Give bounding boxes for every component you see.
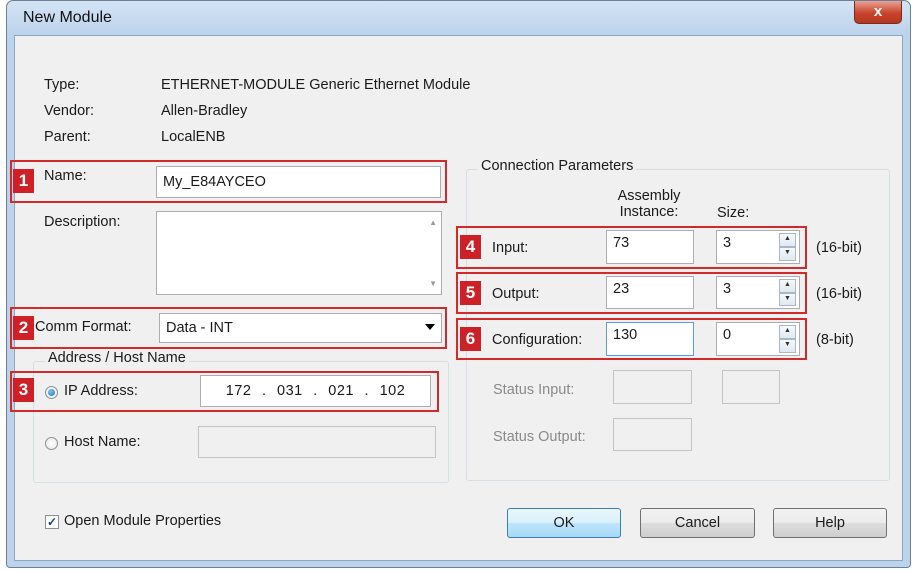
dropdown-arrow-icon	[425, 324, 435, 330]
spin-up-icon[interactable]: ▲	[779, 279, 796, 293]
ip-octet-1: 172	[225, 383, 252, 399]
status-input-size-field	[722, 370, 780, 404]
ip-address-field[interactable]: 172 . 031 . 021 . 102	[200, 375, 431, 407]
input-row-label: Input:	[492, 240, 529, 256]
output-unit: (16-bit)	[816, 286, 862, 302]
cancel-button[interactable]: Cancel	[640, 508, 755, 538]
close-button[interactable]: x	[854, 1, 902, 24]
host-name-radio[interactable]	[45, 437, 58, 450]
ip-address-radio[interactable]	[45, 386, 58, 399]
ok-button[interactable]: OK	[507, 508, 621, 538]
name-label: Name:	[44, 168, 87, 184]
ip-dot-3: .	[364, 383, 370, 399]
vendor-value: Allen-Bradley	[161, 103, 248, 119]
connection-group-title: Connection Parameters	[478, 158, 637, 174]
host-name-label: Host Name:	[64, 434, 141, 450]
spin-up-icon[interactable]: ▲	[779, 233, 796, 247]
type-value: ETHERNET-MODULE Generic Ethernet Module	[161, 77, 471, 93]
configuration-row-label: Configuration:	[492, 332, 583, 348]
badge-6: 6	[460, 327, 481, 351]
scroll-down-icon[interactable]: ▼	[429, 279, 437, 288]
parent-value: LocalENB	[161, 129, 226, 145]
input-unit: (16-bit)	[816, 240, 862, 256]
input-size-spinner[interactable]: ▲ ▼	[779, 233, 796, 261]
badge-5: 5	[460, 281, 481, 305]
ip-dot-2: .	[313, 383, 318, 399]
name-input[interactable]: My_E84AYCEO	[156, 166, 441, 198]
configuration-instance-field[interactable]: 130	[606, 322, 694, 356]
spin-down-icon[interactable]: ▼	[779, 339, 796, 353]
window-title: New Module	[23, 9, 112, 26]
spin-up-icon[interactable]: ▲	[779, 325, 796, 339]
open-module-properties-checkbox[interactable]: ✓	[45, 515, 59, 529]
spin-down-icon[interactable]: ▼	[779, 247, 796, 261]
host-name-input[interactable]	[198, 426, 436, 458]
configuration-unit: (8-bit)	[816, 332, 854, 348]
status-input-field	[613, 370, 692, 404]
comm-format-value: Data - INT	[166, 320, 233, 336]
output-row-label: Output:	[492, 286, 540, 302]
description-label: Description:	[44, 214, 121, 230]
input-instance-field[interactable]: 73	[606, 230, 694, 264]
title-bar[interactable]: New Module x	[7, 1, 910, 35]
status-output-label: Status Output:	[493, 429, 586, 445]
help-button[interactable]: Help	[773, 508, 887, 538]
spin-down-icon[interactable]: ▼	[779, 292, 796, 306]
dialog-body: Type: ETHERNET-MODULE Generic Ethernet M…	[10, 35, 903, 561]
address-group-title: Address / Host Name	[45, 350, 189, 366]
type-label: Type:	[44, 77, 80, 93]
assembly-instance-header: Assembly Instance:	[617, 188, 681, 220]
size-header: Size:	[717, 205, 750, 221]
ip-address-label: IP Address:	[64, 383, 138, 399]
scroll-up-icon[interactable]: ▲	[429, 218, 437, 227]
badge-1: 1	[13, 169, 34, 193]
badge-2: 2	[13, 316, 34, 340]
description-textarea[interactable]: ▲ ▼	[156, 211, 442, 295]
ip-octet-4: 102	[379, 383, 406, 399]
open-module-properties-label: Open Module Properties	[64, 513, 222, 529]
parent-label: Parent:	[44, 129, 91, 145]
badge-4: 4	[460, 235, 481, 259]
comm-format-label: Comm Format:	[35, 319, 132, 335]
new-module-dialog: New Module x Type: ETHERNET-MODULE Gener…	[6, 0, 911, 568]
ip-octet-3: 021	[328, 383, 354, 399]
comm-format-select[interactable]: Data - INT	[159, 313, 442, 343]
output-size-spinner[interactable]: ▲ ▼	[779, 279, 796, 306]
status-input-label: Status Input:	[493, 382, 575, 398]
output-instance-field[interactable]: 23	[606, 276, 694, 309]
vendor-label: Vendor:	[44, 103, 94, 119]
badge-3: 3	[13, 378, 34, 402]
ip-octet-2: 031	[277, 383, 303, 399]
ip-dot-1: .	[261, 383, 267, 399]
configuration-size-spinner[interactable]: ▲ ▼	[779, 325, 796, 353]
status-output-field	[613, 418, 692, 451]
